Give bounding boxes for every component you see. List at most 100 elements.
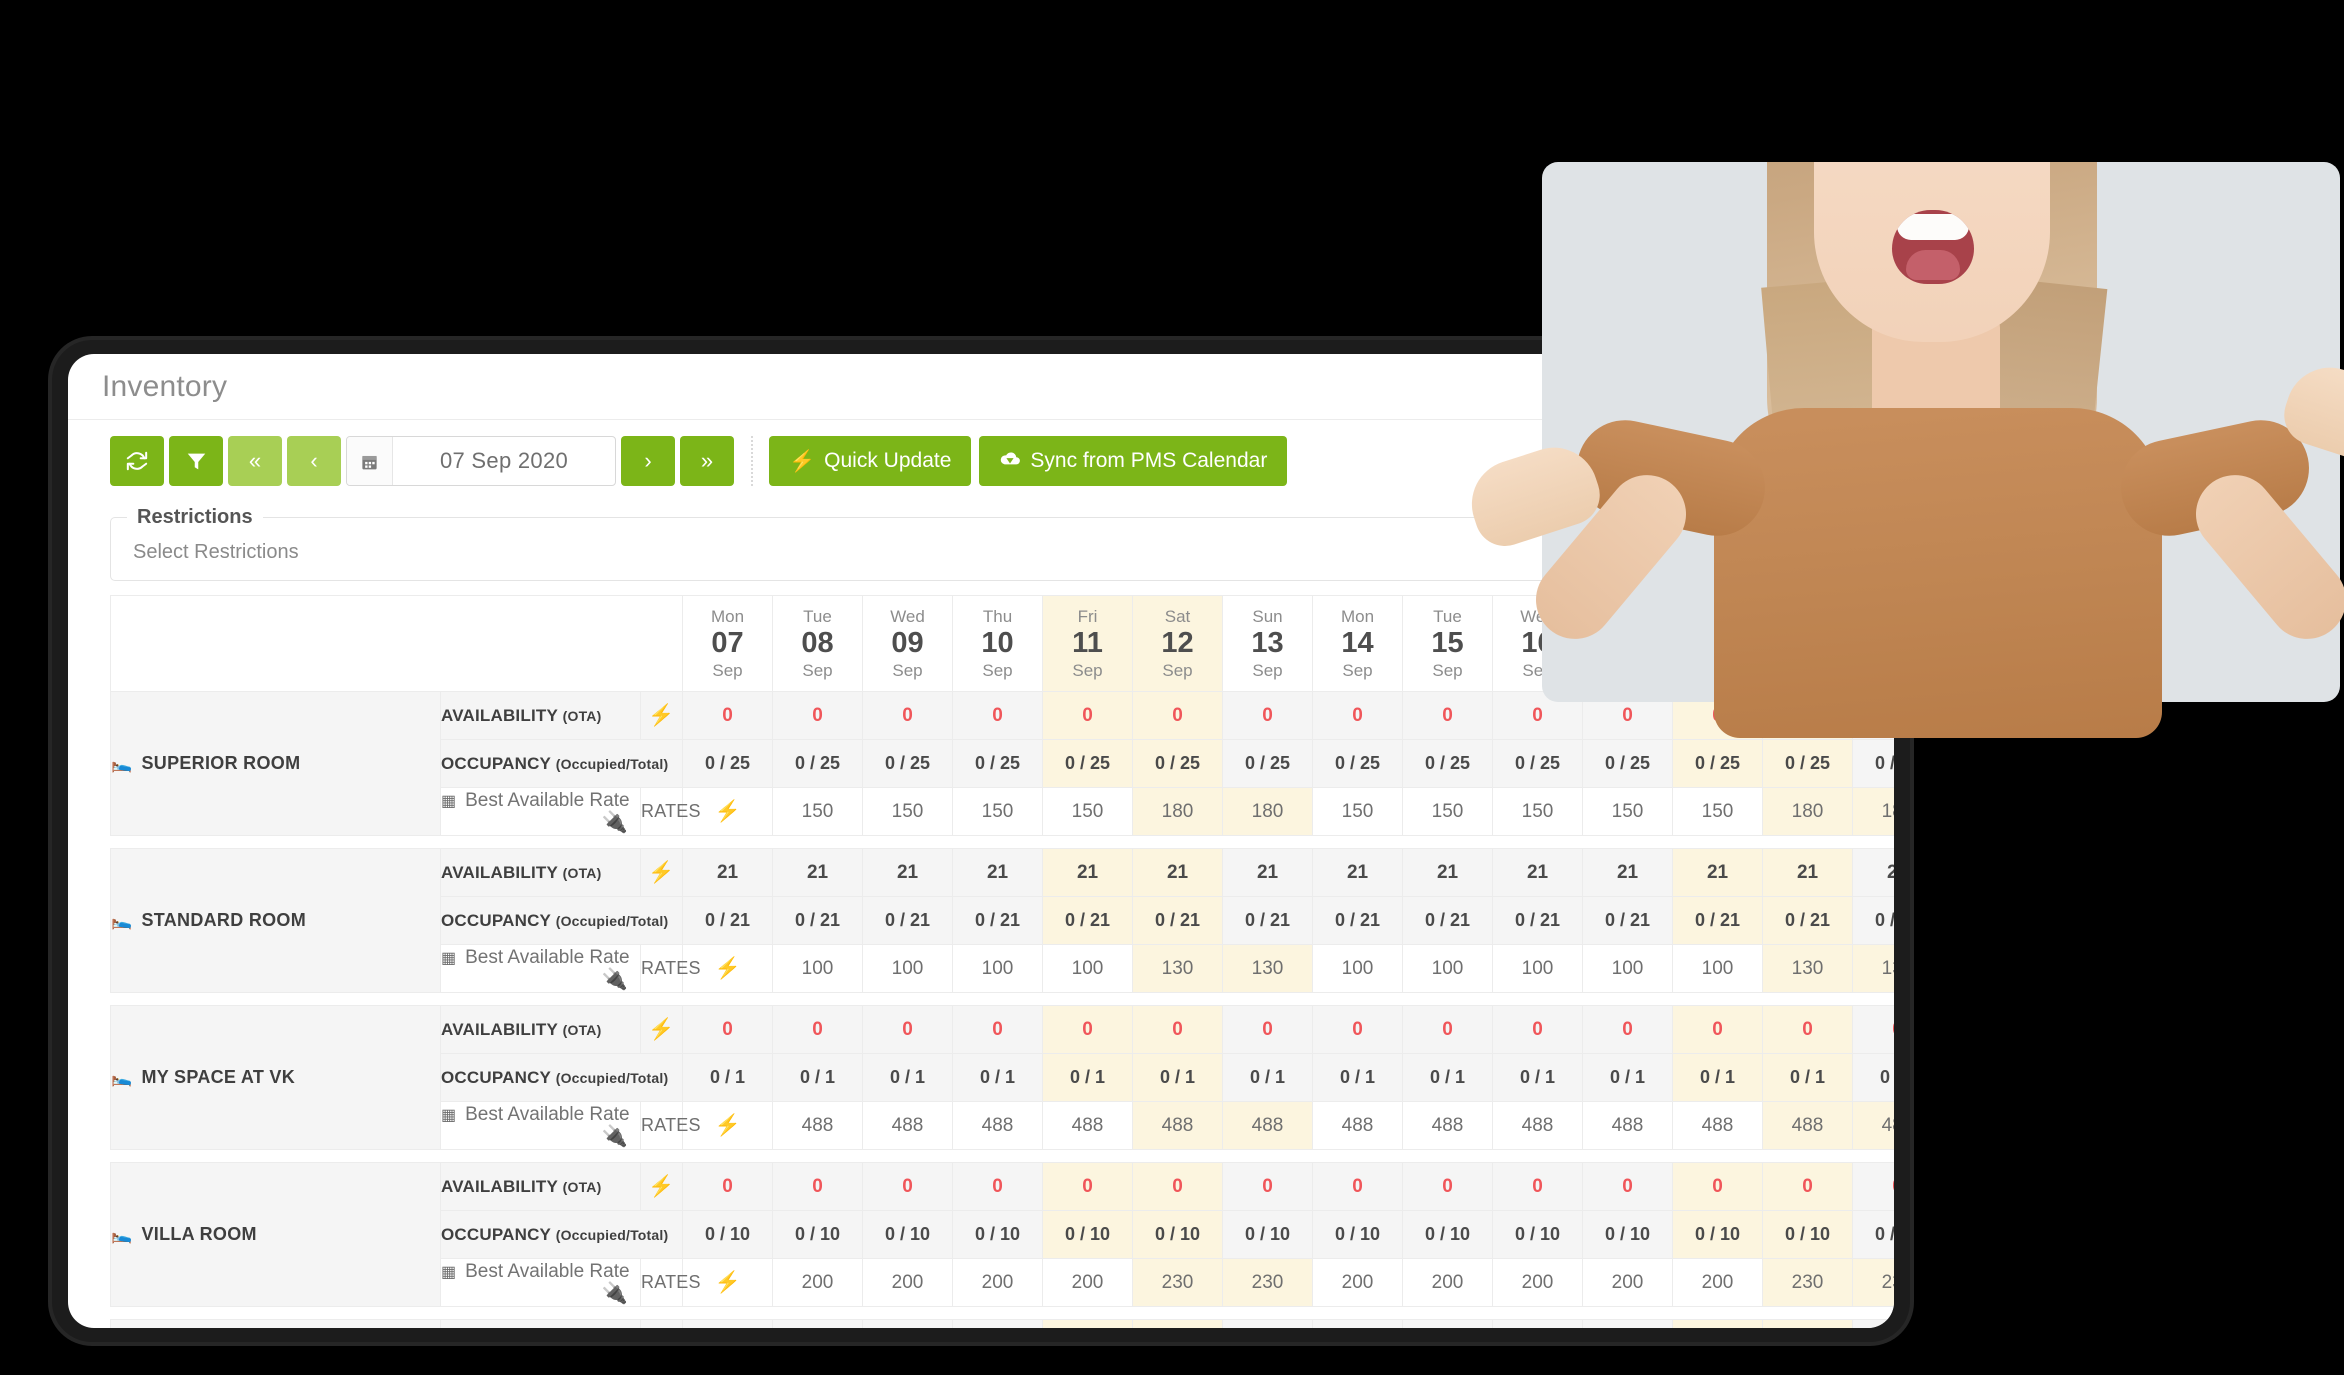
availability-cell[interactable]: 0 bbox=[1042, 1319, 1134, 1328]
availability-cell[interactable]: 0 bbox=[1402, 691, 1494, 740]
rate-cell[interactable]: 100 bbox=[1312, 944, 1404, 993]
rate-plan-cell[interactable]: ▦ Best Available Rate 🔌 bbox=[440, 787, 641, 836]
rate-cell[interactable]: 200 bbox=[952, 1258, 1044, 1307]
date-input-value[interactable]: 07 Sep 2020 bbox=[393, 437, 615, 485]
availability-cell[interactable]: 21 bbox=[952, 848, 1044, 897]
rate-cell[interactable]: 200 bbox=[772, 1258, 864, 1307]
rate-plan-cell[interactable]: ▦ Best Available Rate 🔌 bbox=[440, 1101, 641, 1150]
rate-cell[interactable]: 150 bbox=[772, 787, 864, 836]
availability-cell[interactable]: 21 bbox=[1402, 848, 1494, 897]
rate-cell[interactable]: 180 bbox=[1852, 787, 1894, 836]
availability-cell[interactable]: 21 bbox=[1582, 848, 1674, 897]
availability-cell[interactable]: 0 bbox=[1132, 1005, 1224, 1054]
rate-cell[interactable]: 100 bbox=[1492, 944, 1584, 993]
rate-cell[interactable]: 180 bbox=[1222, 787, 1314, 836]
rate-cell[interactable]: 130 bbox=[1132, 944, 1224, 993]
availability-cell[interactable]: 0 bbox=[1852, 1319, 1894, 1328]
availability-cell[interactable]: 0 bbox=[772, 691, 864, 740]
rate-cell[interactable]: 150 bbox=[1042, 787, 1134, 836]
rate-cell[interactable]: 200 bbox=[862, 1258, 954, 1307]
availability-cell[interactable]: 0 bbox=[1312, 1005, 1404, 1054]
availability-cell[interactable]: 0 bbox=[1132, 691, 1224, 740]
availability-cell[interactable]: 0 bbox=[1132, 1319, 1224, 1328]
rate-cell[interactable]: 150 bbox=[952, 787, 1044, 836]
availability-cell[interactable]: 0 bbox=[1852, 1005, 1894, 1054]
rate-cell[interactable]: 488 bbox=[1312, 1101, 1404, 1150]
rate-cell[interactable]: 488 bbox=[1222, 1101, 1314, 1150]
availability-cell[interactable]: 21 bbox=[1042, 848, 1134, 897]
rate-cell[interactable]: 180 bbox=[1132, 787, 1224, 836]
rate-cell[interactable]: 150 bbox=[1492, 787, 1584, 836]
rate-cell[interactable]: 150 bbox=[862, 787, 954, 836]
availability-cell[interactable]: 0 bbox=[682, 1005, 774, 1054]
room-name-cell[interactable]: 🛌 STANDARD ROOM bbox=[110, 848, 441, 993]
rate-cell[interactable]: 200 bbox=[1582, 1258, 1674, 1307]
availability-cell[interactable]: 21 bbox=[1492, 848, 1584, 897]
availability-cell[interactable]: 0 bbox=[862, 1005, 954, 1054]
rate-cell[interactable]: 150 bbox=[1672, 787, 1764, 836]
rate-cell[interactable]: 488 bbox=[1402, 1101, 1494, 1150]
availability-cell[interactable]: 0 bbox=[1492, 1162, 1584, 1211]
rate-cell[interactable]: 488 bbox=[1132, 1101, 1224, 1150]
rate-cell[interactable]: 200 bbox=[1402, 1258, 1494, 1307]
room-name-cell[interactable]: 🛌 SUPERIOR ROOM bbox=[110, 691, 441, 836]
availability-cell[interactable]: 0 bbox=[682, 1162, 774, 1211]
availability-cell[interactable]: 0 bbox=[1582, 1162, 1674, 1211]
availability-cell[interactable]: 0 bbox=[1492, 1005, 1584, 1054]
availability-cell[interactable]: 0 bbox=[1582, 1319, 1674, 1328]
availability-cell[interactable]: 0 bbox=[1222, 1319, 1314, 1328]
rate-plan-cell[interactable]: ▦ Best Available Rate 🔌 bbox=[440, 944, 641, 993]
availability-cell[interactable]: 0 bbox=[772, 1162, 864, 1211]
availability-cell[interactable]: 21 bbox=[772, 848, 864, 897]
availability-cell[interactable]: 0 bbox=[1222, 691, 1314, 740]
rate-cell[interactable]: 488 bbox=[952, 1101, 1044, 1150]
rate-cell[interactable]: 100 bbox=[772, 944, 864, 993]
room-name-cell[interactable]: 🛌 VILLA ROOM bbox=[110, 1162, 441, 1307]
availability-cell[interactable]: 21 bbox=[1852, 848, 1894, 897]
refresh-button[interactable] bbox=[110, 436, 164, 486]
rate-cell[interactable]: 200 bbox=[1492, 1258, 1584, 1307]
rate-cell[interactable]: 100 bbox=[1582, 944, 1674, 993]
rate-cell[interactable]: 180 bbox=[1762, 787, 1854, 836]
prev-page-button[interactable]: ‹ bbox=[287, 436, 341, 486]
availability-cell[interactable]: 0 bbox=[1042, 691, 1134, 740]
availability-cell[interactable]: 0 bbox=[1402, 1005, 1494, 1054]
availability-cell[interactable]: 0 bbox=[952, 691, 1044, 740]
availability-cell[interactable]: 21 bbox=[862, 848, 954, 897]
availability-cell[interactable]: 0 bbox=[952, 1162, 1044, 1211]
availability-cell[interactable]: 21 bbox=[1132, 848, 1224, 897]
availability-cell[interactable]: 0 bbox=[1312, 1319, 1404, 1328]
rate-cell[interactable]: 230 bbox=[1132, 1258, 1224, 1307]
rate-cell[interactable]: 100 bbox=[1672, 944, 1764, 993]
availability-cell[interactable]: 0 bbox=[682, 691, 774, 740]
availability-cell[interactable]: 0 bbox=[1672, 1319, 1764, 1328]
next-page-button[interactable]: › bbox=[621, 436, 675, 486]
rate-cell[interactable]: 230 bbox=[1222, 1258, 1314, 1307]
filter-button[interactable] bbox=[169, 436, 223, 486]
availability-cell[interactable]: 0 bbox=[772, 1319, 864, 1328]
rate-cell[interactable]: 488 bbox=[862, 1101, 954, 1150]
availability-cell[interactable]: 0 bbox=[1312, 691, 1404, 740]
availability-cell[interactable]: 0 bbox=[1762, 1162, 1854, 1211]
quick-update-button[interactable]: ⚡ Quick Update bbox=[769, 436, 972, 486]
availability-cell[interactable]: 21 bbox=[1672, 848, 1764, 897]
availability-cell[interactable]: 0 bbox=[1042, 1162, 1134, 1211]
availability-cell[interactable]: 0 bbox=[1852, 1162, 1894, 1211]
room-name-cell[interactable]: 🛌 MY SPACE AT VK bbox=[110, 1005, 441, 1150]
availability-cell[interactable]: 0 bbox=[952, 1319, 1044, 1328]
room-name-cell[interactable]: 🛌GARDEN CHALET (INACTIVE) bbox=[110, 1319, 441, 1328]
availability-cell[interactable]: 0 bbox=[1132, 1162, 1224, 1211]
availability-cell[interactable]: 0 bbox=[952, 1005, 1044, 1054]
availability-cell[interactable]: 21 bbox=[1762, 848, 1854, 897]
availability-cell[interactable]: 21 bbox=[1222, 848, 1314, 897]
availability-cell[interactable]: 21 bbox=[682, 848, 774, 897]
rate-cell[interactable]: 100 bbox=[1402, 944, 1494, 993]
rate-cell[interactable]: 130 bbox=[1762, 944, 1854, 993]
rate-cell[interactable]: 488 bbox=[772, 1101, 864, 1150]
date-picker[interactable]: 07 Sep 2020 bbox=[346, 436, 616, 486]
sync-from-pms-button[interactable]: Sync from PMS Calendar bbox=[979, 436, 1288, 486]
availability-cell[interactable]: 0 bbox=[1042, 1005, 1134, 1054]
rate-cell[interactable]: 230 bbox=[1762, 1258, 1854, 1307]
rate-cell[interactable]: 488 bbox=[1042, 1101, 1134, 1150]
rate-plan-cell[interactable]: ▦ Best Available Rate 🔌 bbox=[440, 1258, 641, 1307]
